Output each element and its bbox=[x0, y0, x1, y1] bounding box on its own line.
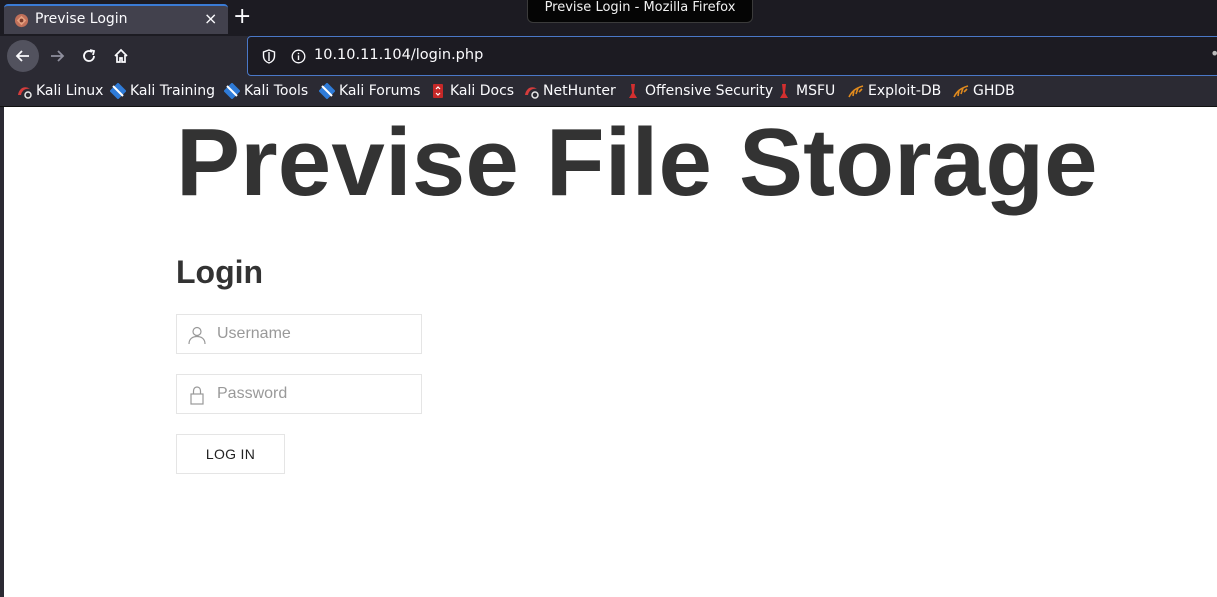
reload-icon bbox=[83, 49, 96, 62]
user-icon bbox=[188, 326, 206, 345]
browser-chrome: Previse Login × + Previse Login - Mozill… bbox=[0, 0, 1217, 107]
bookmark-kali-tools[interactable]: Kali Tools bbox=[224, 81, 308, 101]
exploit-db-icon bbox=[848, 85, 864, 98]
tab-previse-login[interactable]: Previse Login × bbox=[4, 4, 228, 34]
bookmark-kali-forums[interactable]: Kali Forums bbox=[319, 81, 420, 101]
ghdb-icon bbox=[953, 85, 969, 98]
home-button[interactable] bbox=[105, 40, 137, 72]
password-field[interactable] bbox=[176, 374, 422, 414]
login-heading: Login bbox=[176, 254, 264, 290]
navigation-toolbar: 10.10.11.104/login.php • bbox=[0, 36, 1217, 76]
kali-tools-icon bbox=[224, 83, 240, 99]
username-field[interactable] bbox=[176, 314, 422, 354]
username-input[interactable] bbox=[217, 315, 417, 353]
page-content: Previse File Storage Login LOG IN bbox=[0, 107, 1217, 597]
msfu-icon bbox=[780, 84, 788, 98]
window-title: Previse Login - Mozilla Firefox bbox=[527, 0, 753, 23]
bookmark-kali-docs[interactable]: Kali Docs bbox=[430, 81, 514, 101]
arrow-left-icon bbox=[15, 50, 29, 62]
bookmark-nethunter[interactable]: NetHunter bbox=[523, 81, 616, 101]
site-title: Previse File Storage bbox=[176, 109, 1098, 216]
bookmark-exploit-db[interactable]: Exploit-DB bbox=[848, 81, 941, 101]
bookmark-kali-training[interactable]: Kali Training bbox=[110, 81, 215, 101]
url-text[interactable]: 10.10.11.104/login.php bbox=[314, 47, 483, 63]
close-tab-icon[interactable]: × bbox=[204, 9, 217, 29]
site-info-icon[interactable] bbox=[291, 49, 306, 64]
offsec-icon bbox=[629, 84, 637, 98]
lock-icon bbox=[190, 386, 204, 405]
tab-title: Previse Login bbox=[35, 11, 128, 27]
previse-favicon-icon bbox=[14, 13, 29, 28]
bookmark-offensive-security[interactable]: Offensive Security bbox=[625, 81, 773, 101]
password-input[interactable] bbox=[217, 375, 417, 413]
url-bar[interactable]: 10.10.11.104/login.php • bbox=[247, 36, 1217, 76]
tracking-protection-shield-icon[interactable] bbox=[262, 49, 276, 64]
back-button[interactable] bbox=[7, 40, 39, 72]
kali-logo-icon bbox=[18, 87, 32, 99]
login-button[interactable]: LOG IN bbox=[176, 434, 285, 474]
bookmarks-toolbar: Kali Linux Kali Training Kali Tools Kali… bbox=[0, 76, 1217, 107]
page-actions-icon[interactable]: • bbox=[1210, 44, 1217, 63]
new-tab-button[interactable]: + bbox=[233, 5, 251, 29]
tab-strip: Previse Login × + Previse Login - Mozill… bbox=[0, 0, 1217, 36]
nethunter-icon bbox=[525, 87, 539, 99]
reload-button[interactable] bbox=[73, 40, 105, 72]
bookmark-msfu[interactable]: MSFU bbox=[776, 81, 835, 101]
forward-button[interactable] bbox=[41, 40, 73, 72]
kali-docs-icon bbox=[433, 84, 443, 98]
home-icon bbox=[114, 48, 128, 63]
bookmark-kali-linux[interactable]: Kali Linux bbox=[16, 81, 103, 101]
window-left-border bbox=[0, 107, 4, 597]
bookmark-ghdb[interactable]: GHDB bbox=[953, 81, 1015, 101]
kali-training-icon bbox=[110, 83, 126, 99]
arrow-right-icon bbox=[51, 50, 65, 62]
kali-forums-icon bbox=[319, 83, 335, 99]
